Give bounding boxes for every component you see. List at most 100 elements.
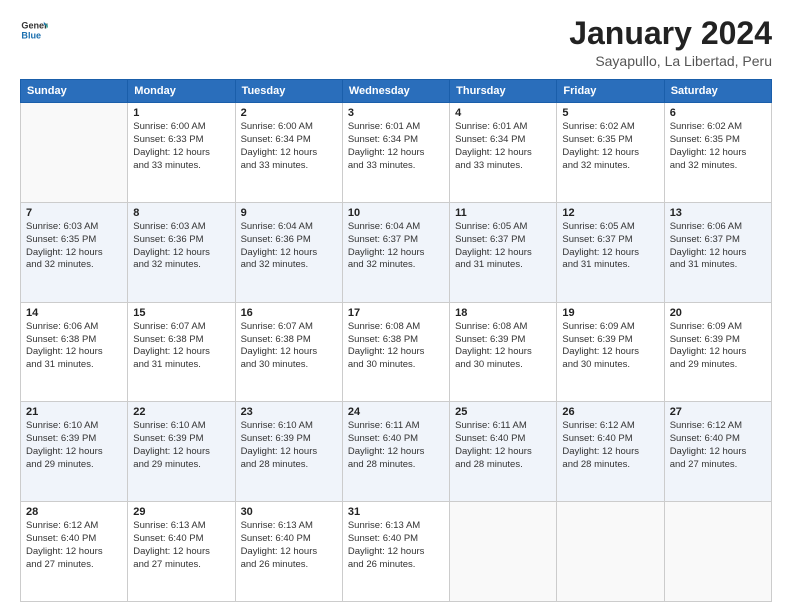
calendar-week-row: 7 Sunrise: 6:03 AM Sunset: 6:35 PM Daylig… xyxy=(21,202,772,302)
day-info: Sunrise: 6:13 AM Sunset: 6:40 PM Dayligh… xyxy=(241,520,337,571)
logo: General Blue xyxy=(20,16,48,44)
day-number: 23 xyxy=(241,406,337,418)
day-number: 6 xyxy=(670,107,766,119)
day-number: 29 xyxy=(133,506,229,518)
calendar-cell: 6 Sunrise: 6:02 AM Sunset: 6:35 PM Daylig… xyxy=(664,103,771,203)
weekday-header-wednesday: Wednesday xyxy=(342,80,449,103)
day-info: Sunrise: 6:02 AM Sunset: 6:35 PM Dayligh… xyxy=(670,121,766,172)
weekday-header-thursday: Thursday xyxy=(450,80,557,103)
calendar-cell: 29Sunrise: 6:13 AM Sunset: 6:40 PM Dayli… xyxy=(128,502,235,602)
calendar-week-row: 1 Sunrise: 6:00 AM Sunset: 6:33 PM Daylig… xyxy=(21,103,772,203)
day-info: Sunrise: 6:03 AM Sunset: 6:36 PM Dayligh… xyxy=(133,221,229,272)
title-block: January 2024 Sayapullo, La Libertad, Per… xyxy=(569,16,772,69)
day-number: 13 xyxy=(670,207,766,219)
day-info: Sunrise: 6:04 AM Sunset: 6:36 PM Dayligh… xyxy=(241,221,337,272)
day-info: Sunrise: 6:07 AM Sunset: 6:38 PM Dayligh… xyxy=(241,321,337,372)
calendar-cell: 7 Sunrise: 6:03 AM Sunset: 6:35 PM Daylig… xyxy=(21,202,128,302)
weekday-header-monday: Monday xyxy=(128,80,235,103)
calendar-cell: 25Sunrise: 6:11 AM Sunset: 6:40 PM Dayli… xyxy=(450,402,557,502)
calendar-cell: 13 Sunrise: 6:06 AM Sunset: 6:37 PM Dayli… xyxy=(664,202,771,302)
day-info: Sunrise: 6:02 AM Sunset: 6:35 PM Dayligh… xyxy=(562,121,658,172)
calendar-week-row: 21 Sunrise: 6:10 AM Sunset: 6:39 PM Dayli… xyxy=(21,402,772,502)
calendar-cell: 5Sunrise: 6:02 AM Sunset: 6:35 PM Daylig… xyxy=(557,103,664,203)
day-info: Sunrise: 6:12 AM Sunset: 6:40 PM Dayligh… xyxy=(26,520,122,571)
calendar-cell: 21 Sunrise: 6:10 AM Sunset: 6:39 PM Dayli… xyxy=(21,402,128,502)
day-info: Sunrise: 6:03 AM Sunset: 6:35 PM Dayligh… xyxy=(26,221,122,272)
calendar-cell: 27 Sunrise: 6:12 AM Sunset: 6:40 PM Dayli… xyxy=(664,402,771,502)
day-number: 18 xyxy=(455,307,551,319)
svg-text:Blue: Blue xyxy=(21,30,41,40)
day-number: 15 xyxy=(133,307,229,319)
calendar-cell: 19Sunrise: 6:09 AM Sunset: 6:39 PM Dayli… xyxy=(557,302,664,402)
day-info: Sunrise: 6:09 AM Sunset: 6:39 PM Dayligh… xyxy=(562,321,658,372)
day-info: Sunrise: 6:06 AM Sunset: 6:38 PM Dayligh… xyxy=(26,321,122,372)
day-number: 22 xyxy=(133,406,229,418)
day-info: Sunrise: 6:11 AM Sunset: 6:40 PM Dayligh… xyxy=(348,420,444,471)
weekday-header-friday: Friday xyxy=(557,80,664,103)
day-number: 31 xyxy=(348,506,444,518)
day-info: Sunrise: 6:10 AM Sunset: 6:39 PM Dayligh… xyxy=(26,420,122,471)
day-info: Sunrise: 6:01 AM Sunset: 6:34 PM Dayligh… xyxy=(348,121,444,172)
calendar-cell: 14 Sunrise: 6:06 AM Sunset: 6:38 PM Dayli… xyxy=(21,302,128,402)
day-number: 27 xyxy=(670,406,766,418)
weekday-header-tuesday: Tuesday xyxy=(235,80,342,103)
main-title: January 2024 xyxy=(569,16,772,51)
day-info: Sunrise: 6:12 AM Sunset: 6:40 PM Dayligh… xyxy=(670,420,766,471)
day-number: 14 xyxy=(26,307,122,319)
calendar-cell: 26 Sunrise: 6:12 AM Sunset: 6:40 PM Dayli… xyxy=(557,402,664,502)
day-number: 20 xyxy=(670,307,766,319)
day-number: 26 xyxy=(562,406,658,418)
calendar-cell xyxy=(21,103,128,203)
logo-icon: General Blue xyxy=(20,16,48,44)
calendar-cell: 18Sunrise: 6:08 AM Sunset: 6:39 PM Dayli… xyxy=(450,302,557,402)
day-info: Sunrise: 6:05 AM Sunset: 6:37 PM Dayligh… xyxy=(562,221,658,272)
day-info: Sunrise: 6:08 AM Sunset: 6:38 PM Dayligh… xyxy=(348,321,444,372)
day-number: 16 xyxy=(241,307,337,319)
day-number: 8 xyxy=(133,207,229,219)
calendar-cell: 20 Sunrise: 6:09 AM Sunset: 6:39 PM Dayli… xyxy=(664,302,771,402)
day-info: Sunrise: 6:10 AM Sunset: 6:39 PM Dayligh… xyxy=(241,420,337,471)
day-number: 7 xyxy=(26,207,122,219)
calendar-cell xyxy=(664,502,771,602)
day-info: Sunrise: 6:05 AM Sunset: 6:37 PM Dayligh… xyxy=(455,221,551,272)
calendar-cell: 17 Sunrise: 6:08 AM Sunset: 6:38 PM Dayli… xyxy=(342,302,449,402)
calendar-cell: 15Sunrise: 6:07 AM Sunset: 6:38 PM Dayli… xyxy=(128,302,235,402)
day-number: 3 xyxy=(348,107,444,119)
calendar-cell: 22 Sunrise: 6:10 AM Sunset: 6:39 PM Dayli… xyxy=(128,402,235,502)
calendar-cell: 31 Sunrise: 6:13 AM Sunset: 6:40 PM Dayli… xyxy=(342,502,449,602)
calendar-cell: 8 Sunrise: 6:03 AM Sunset: 6:36 PM Daylig… xyxy=(128,202,235,302)
calendar-cell: 24 Sunrise: 6:11 AM Sunset: 6:40 PM Dayli… xyxy=(342,402,449,502)
weekday-header-saturday: Saturday xyxy=(664,80,771,103)
calendar-cell: 16 Sunrise: 6:07 AM Sunset: 6:38 PM Dayli… xyxy=(235,302,342,402)
day-number: 9 xyxy=(241,207,337,219)
day-info: Sunrise: 6:11 AM Sunset: 6:40 PM Dayligh… xyxy=(455,420,551,471)
calendar-cell: 4Sunrise: 6:01 AM Sunset: 6:34 PM Daylig… xyxy=(450,103,557,203)
day-number: 17 xyxy=(348,307,444,319)
day-info: Sunrise: 6:00 AM Sunset: 6:33 PM Dayligh… xyxy=(133,121,229,172)
day-number: 4 xyxy=(455,107,551,119)
weekday-header-sunday: Sunday xyxy=(21,80,128,103)
day-info: Sunrise: 6:06 AM Sunset: 6:37 PM Dayligh… xyxy=(670,221,766,272)
day-number: 2 xyxy=(241,107,337,119)
day-number: 24 xyxy=(348,406,444,418)
calendar-cell: 12 Sunrise: 6:05 AM Sunset: 6:37 PM Dayli… xyxy=(557,202,664,302)
calendar-cell: 1 Sunrise: 6:00 AM Sunset: 6:33 PM Daylig… xyxy=(128,103,235,203)
calendar-cell: 28 Sunrise: 6:12 AM Sunset: 6:40 PM Dayli… xyxy=(21,502,128,602)
day-number: 28 xyxy=(26,506,122,518)
calendar-week-row: 14 Sunrise: 6:06 AM Sunset: 6:38 PM Dayli… xyxy=(21,302,772,402)
calendar-cell: 10Sunrise: 6:04 AM Sunset: 6:37 PM Dayli… xyxy=(342,202,449,302)
day-number: 21 xyxy=(26,406,122,418)
calendar-cell xyxy=(450,502,557,602)
day-number: 12 xyxy=(562,207,658,219)
day-number: 1 xyxy=(133,107,229,119)
day-info: Sunrise: 6:09 AM Sunset: 6:39 PM Dayligh… xyxy=(670,321,766,372)
weekday-header-row: SundayMondayTuesdayWednesdayThursdayFrid… xyxy=(21,80,772,103)
day-number: 11 xyxy=(455,207,551,219)
calendar-cell: 3 Sunrise: 6:01 AM Sunset: 6:34 PM Daylig… xyxy=(342,103,449,203)
day-info: Sunrise: 6:13 AM Sunset: 6:40 PM Dayligh… xyxy=(348,520,444,571)
calendar-cell: 9 Sunrise: 6:04 AM Sunset: 6:36 PM Daylig… xyxy=(235,202,342,302)
day-info: Sunrise: 6:00 AM Sunset: 6:34 PM Dayligh… xyxy=(241,121,337,172)
day-info: Sunrise: 6:10 AM Sunset: 6:39 PM Dayligh… xyxy=(133,420,229,471)
day-number: 30 xyxy=(241,506,337,518)
day-info: Sunrise: 6:12 AM Sunset: 6:40 PM Dayligh… xyxy=(562,420,658,471)
